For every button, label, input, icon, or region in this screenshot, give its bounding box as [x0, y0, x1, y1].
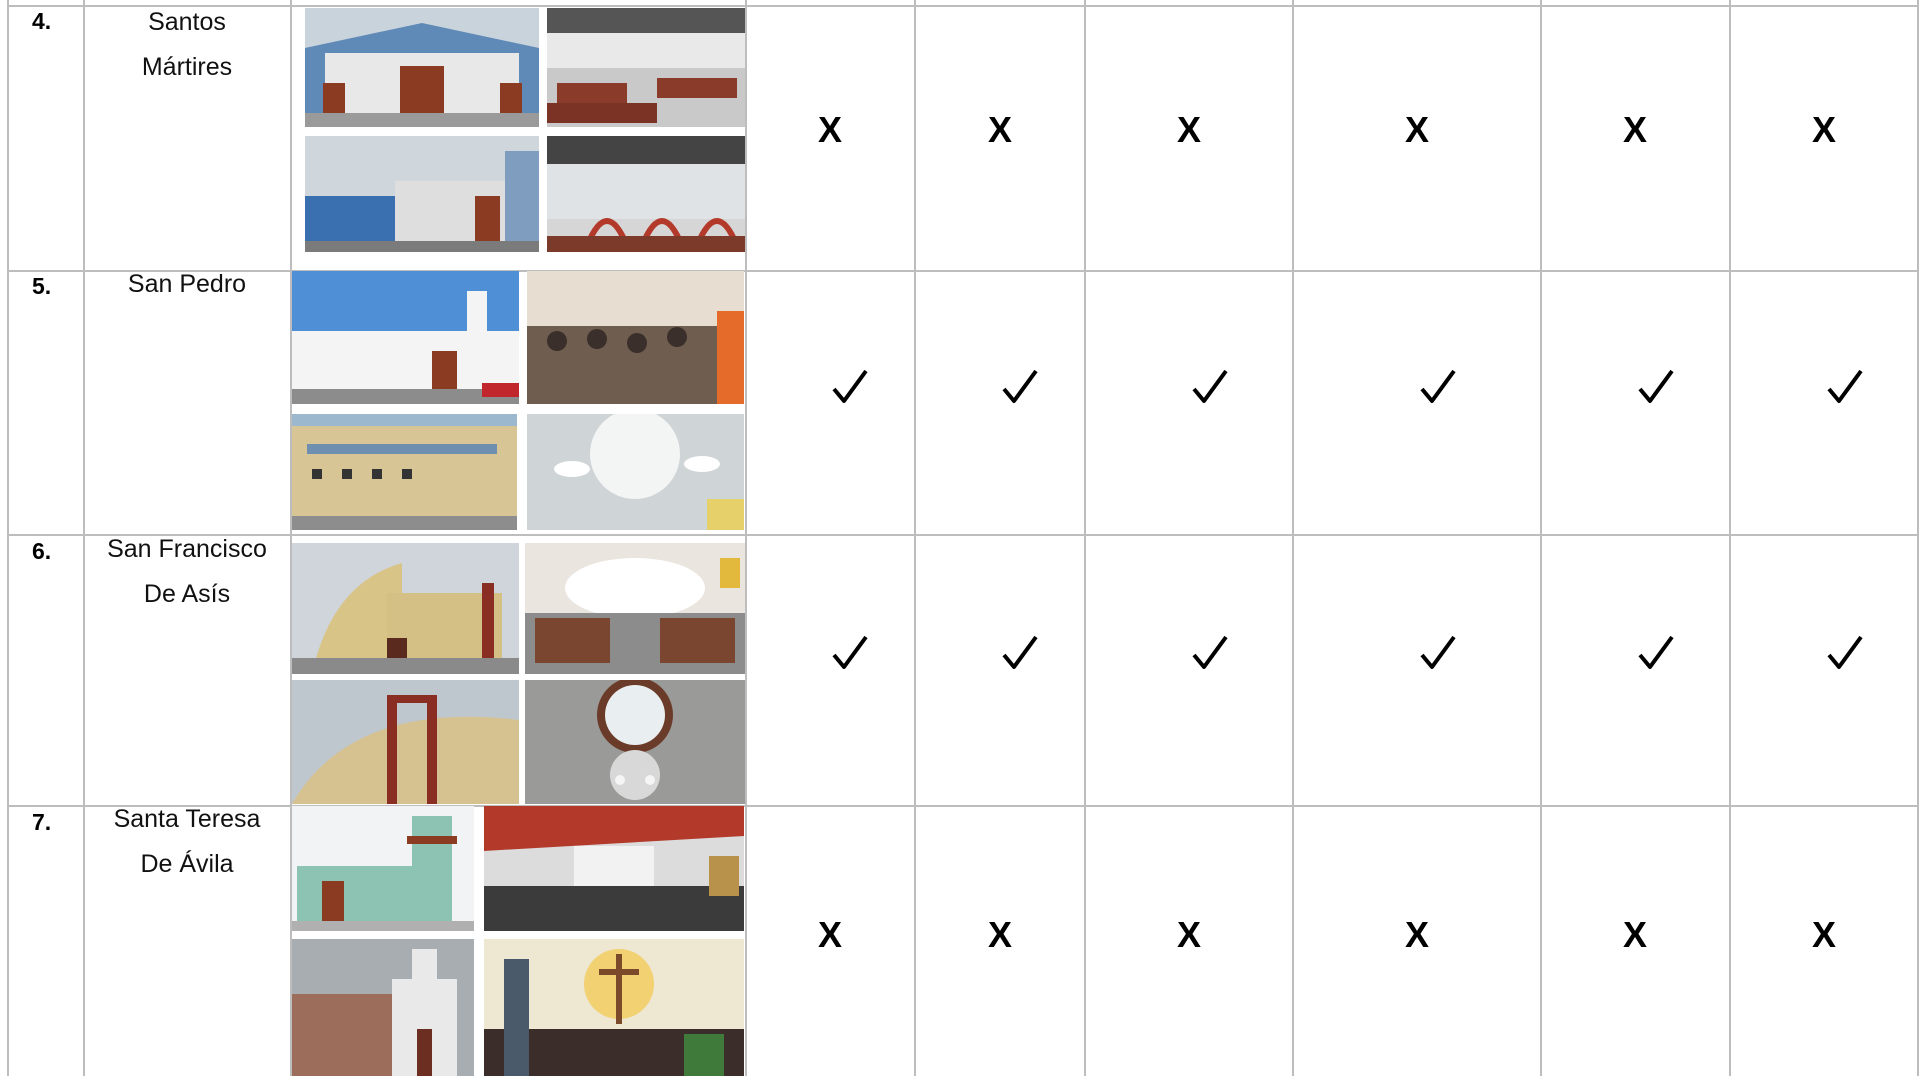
- grid-hline: [7, 5, 1919, 7]
- church-photo: [527, 414, 744, 530]
- status-mark: [1815, 628, 1875, 678]
- check-icon: [1420, 369, 1456, 403]
- status-mark: [1180, 628, 1240, 678]
- check-icon: [832, 369, 868, 403]
- grid-vline: [1917, 0, 1919, 1076]
- status-mark: [1408, 628, 1468, 678]
- status-mark: [820, 362, 880, 412]
- church-photo: [525, 543, 745, 674]
- status-mark: X: [1622, 914, 1647, 955]
- check-icon: [1638, 635, 1674, 669]
- church-photo: [525, 680, 745, 804]
- church-photo: [292, 680, 519, 804]
- church-photo: [292, 414, 517, 530]
- status-mark: [1626, 628, 1686, 678]
- check-icon: [1827, 635, 1863, 669]
- row-number: 6.: [32, 538, 52, 564]
- church-photo: [484, 806, 744, 931]
- status-mark: X: [1811, 109, 1836, 150]
- status-mark: X: [1404, 914, 1429, 955]
- church-photo: [305, 8, 539, 127]
- church-photo: [292, 939, 474, 1076]
- check-icon: [1002, 635, 1038, 669]
- church-name-line: De Ávila: [140, 850, 234, 878]
- church-name: Santos Mártires: [85, 0, 289, 90]
- grid-vline: [7, 0, 9, 1076]
- check-icon: [1827, 369, 1863, 403]
- church-photo: [292, 806, 474, 931]
- check-icon: [1002, 369, 1038, 403]
- status-mark: [990, 628, 1050, 678]
- status-mark: X: [1176, 914, 1201, 955]
- status-mark: [1408, 362, 1468, 412]
- church-name-line: Santa Teresa: [113, 805, 261, 833]
- status-mark: X: [987, 914, 1012, 955]
- status-mark: X: [1176, 109, 1201, 150]
- church-name: Santa Teresa De Ávila: [85, 797, 289, 887]
- status-mark: [1815, 362, 1875, 412]
- grid-hline: [7, 534, 1919, 536]
- row-number: 5.: [32, 273, 52, 299]
- church-photo: [292, 543, 519, 674]
- status-mark: [1180, 362, 1240, 412]
- church-photo: [547, 136, 745, 252]
- status-mark: X: [1404, 109, 1429, 150]
- check-icon: [1192, 635, 1228, 669]
- church-name-line: San Francisco: [107, 535, 267, 563]
- status-mark: X: [1622, 109, 1647, 150]
- status-mark: X: [987, 109, 1012, 150]
- status-mark: X: [1811, 914, 1836, 955]
- church-name: San Pedro: [85, 262, 289, 307]
- church-name-line: Santos: [148, 8, 226, 36]
- status-mark: [820, 628, 880, 678]
- check-icon: [1420, 635, 1456, 669]
- status-mark: X: [817, 914, 842, 955]
- church-name-line: San Pedro: [127, 270, 247, 298]
- church-name-line: De Asís: [143, 580, 231, 608]
- row-number: 4.: [32, 8, 52, 34]
- check-icon: [1192, 369, 1228, 403]
- church-photo: [547, 8, 745, 127]
- check-icon: [1638, 369, 1674, 403]
- check-icon: [832, 635, 868, 669]
- church-photo: [484, 939, 744, 1076]
- church-photo: [292, 271, 519, 404]
- status-mark: X: [817, 109, 842, 150]
- church-photo: [527, 271, 744, 404]
- status-mark: [990, 362, 1050, 412]
- status-mark: [1626, 362, 1686, 412]
- church-name-line: Mártires: [141, 53, 233, 81]
- church-name: San Francisco De Asís: [85, 527, 289, 617]
- church-photo: [305, 136, 539, 252]
- row-number: 7.: [32, 809, 52, 835]
